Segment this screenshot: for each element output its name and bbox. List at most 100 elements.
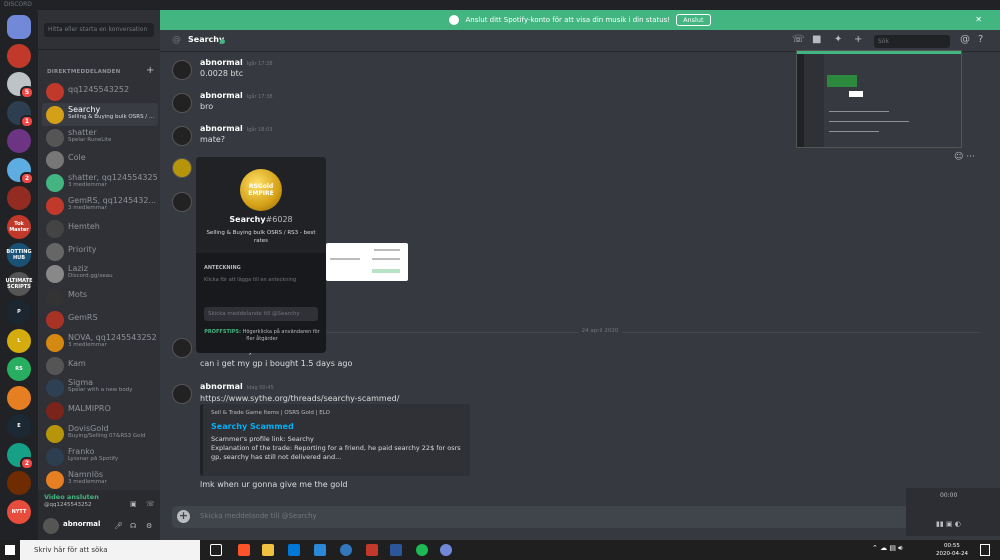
server-icon[interactable]: Tok Master: [7, 214, 31, 239]
edge-icon[interactable]: [340, 544, 352, 556]
avatar[interactable]: [172, 192, 192, 212]
word-icon[interactable]: [390, 544, 402, 556]
server-icon[interactable]: 2: [7, 442, 34, 470]
avatar[interactable]: [43, 518, 59, 534]
server-icon[interactable]: [7, 471, 31, 495]
spotify-icon[interactable]: [416, 544, 428, 556]
dm-item[interactable]: Kam: [42, 354, 158, 377]
microphone-icon[interactable]: 🎤︎: [114, 522, 123, 530]
settings-gear-icon[interactable]: ⚙: [146, 522, 152, 530]
dm-item[interactable]: Laziz Discord.gg/xeau: [42, 262, 158, 285]
popout-message-input[interactable]: Skicka meddelande till @Searchy: [204, 307, 318, 321]
store-icon[interactable]: [288, 544, 300, 556]
dm-item[interactable]: shatter Spelar RuneLite: [42, 126, 158, 149]
avatar[interactable]: [172, 158, 192, 178]
add-friend-icon[interactable]: +: [854, 34, 862, 45]
server-icon[interactable]: L: [7, 328, 31, 353]
dm-name: Franko: [68, 446, 95, 456]
dm-name: Hemteh: [68, 221, 100, 231]
server-icon[interactable]: 1: [7, 100, 34, 128]
video-icon[interactable]: ▣: [130, 500, 137, 508]
add-reaction-icon[interactable]: ☺ ···: [954, 152, 975, 162]
server-icon[interactable]: 2: [7, 157, 34, 185]
discord-home-icon[interactable]: [7, 15, 31, 39]
call-icon[interactable]: ☏: [792, 34, 805, 45]
dm-item[interactable]: NOVA, qq1245543252 3 medlemmar: [42, 331, 158, 354]
avatar[interactable]: [172, 384, 192, 404]
task-view-icon[interactable]: [210, 544, 222, 556]
avatar[interactable]: [172, 126, 192, 146]
brave-icon[interactable]: [238, 544, 250, 556]
dm-item[interactable]: Hemteh: [42, 217, 158, 240]
dm-item[interactable]: Searchy Selling & Buying bulk OSRS / ...: [42, 102, 158, 126]
pin-icon[interactable]: ✦: [834, 34, 842, 45]
avatar[interactable]: [172, 338, 192, 358]
search-input[interactable]: Sök: [874, 35, 950, 48]
app-icon[interactable]: [366, 544, 378, 556]
tray-icons[interactable]: ⌃ ☁ ▤ 🔊︎: [872, 544, 903, 553]
close-icon[interactable]: ✕: [975, 15, 982, 24]
message-text: mate?: [200, 135, 225, 144]
server-icon[interactable]: [7, 385, 31, 410]
screenshot-attachment[interactable]: [796, 50, 962, 148]
composer-input[interactable]: Skicka meddelande till @Searchy: [200, 512, 317, 520]
disconnect-icon[interactable]: ☏: [146, 500, 155, 508]
taskbar-search-input[interactable]: Skriv här för att söka: [20, 540, 200, 560]
dm-item[interactable]: GemRS: [42, 308, 158, 331]
avatar: [46, 174, 64, 193]
embed-description: Scammer's profile link: Searchy Explanat…: [211, 435, 461, 461]
message-composer[interactable]: + Skicka meddelande till @Searchy: [172, 506, 972, 528]
server-icon[interactable]: P: [7, 300, 31, 324]
discord-icon[interactable]: [440, 544, 452, 556]
dm-item[interactable]: Sigma Spelar with a new body: [42, 376, 158, 399]
file-explorer-icon[interactable]: [262, 544, 274, 556]
message-text: bro: [200, 102, 214, 111]
receipt-image[interactable]: [326, 243, 408, 281]
dm-item[interactable]: GemRS, qq1245432... 3 medlemmar: [42, 194, 158, 217]
notifications-icon[interactable]: [980, 544, 990, 556]
dm-subtitle: 3 medlemmar: [68, 204, 107, 211]
note-input[interactable]: Klicka för att lägga till en anteckning: [204, 277, 296, 283]
headphones-icon[interactable]: ☊: [130, 522, 136, 530]
spotify-banner: Anslut ditt Spotify-konto för att visa d…: [160, 10, 1000, 30]
mention-badge: 2: [19, 456, 34, 470]
dm-name: Searchy: [68, 104, 101, 114]
server-icon[interactable]: [7, 129, 31, 153]
dm-item[interactable]: Cole: [42, 148, 158, 171]
dm-search-input[interactable]: Hitta eller starta en konversation: [44, 23, 154, 37]
dm-item[interactable]: shatter, qq1245543252 3 medlemmar: [42, 171, 158, 194]
dm-item[interactable]: Priority: [42, 240, 158, 263]
dm-item[interactable]: DovisGold Buying/Selling 07&RS3 Gold: [42, 422, 158, 445]
voice-channel: @qq1245543252: [44, 502, 92, 508]
video-call-icon[interactable]: ■: [812, 34, 821, 45]
media-controls-icon[interactable]: ▮▮ ▣ ◐: [936, 520, 961, 528]
dm-item[interactable]: qq1245543252: [42, 80, 158, 103]
server-icon[interactable]: E: [7, 414, 31, 438]
server-icon[interactable]: 5: [7, 72, 34, 99]
dm-item[interactable]: Mots: [42, 285, 158, 308]
server-icon[interactable]: NYTT: [7, 499, 31, 524]
mention-badge: 2: [19, 171, 34, 185]
server-icon[interactable]: [7, 186, 31, 210]
dm-item[interactable]: Franko Lyssnar på Spotify: [42, 445, 158, 468]
windows-start-icon[interactable]: [5, 545, 15, 555]
dm-header: DIREKTMEDDELANDEN: [47, 69, 121, 75]
avatar[interactable]: [172, 60, 192, 80]
mention-icon[interactable]: @: [960, 34, 970, 45]
avatar: [46, 310, 64, 329]
server-icon[interactable]: BOTTING HUB: [6, 243, 32, 267]
dm-item[interactable]: MALMIPRO: [42, 399, 158, 422]
add-dm-icon[interactable]: +: [146, 65, 154, 76]
server-icon[interactable]: ULTIMATE SCRIPTS: [6, 271, 33, 296]
thread-link[interactable]: https://www.sythe.org/threads/searchy-sc…: [200, 394, 399, 403]
upload-plus-icon[interactable]: +: [177, 510, 190, 523]
dm-item[interactable]: Namnlös 3 medlemmar: [42, 468, 158, 491]
mail-icon[interactable]: [314, 544, 326, 556]
connect-spotify-button[interactable]: Anslut: [676, 14, 711, 26]
avatar[interactable]: [172, 93, 192, 113]
help-icon[interactable]: ?: [978, 34, 983, 45]
embed-title[interactable]: Searchy Scammed: [211, 422, 294, 431]
dm-subtitle: Discord.gg/xeau: [68, 273, 113, 280]
server-icon[interactable]: RS: [7, 357, 31, 381]
server-icon[interactable]: [7, 43, 31, 68]
